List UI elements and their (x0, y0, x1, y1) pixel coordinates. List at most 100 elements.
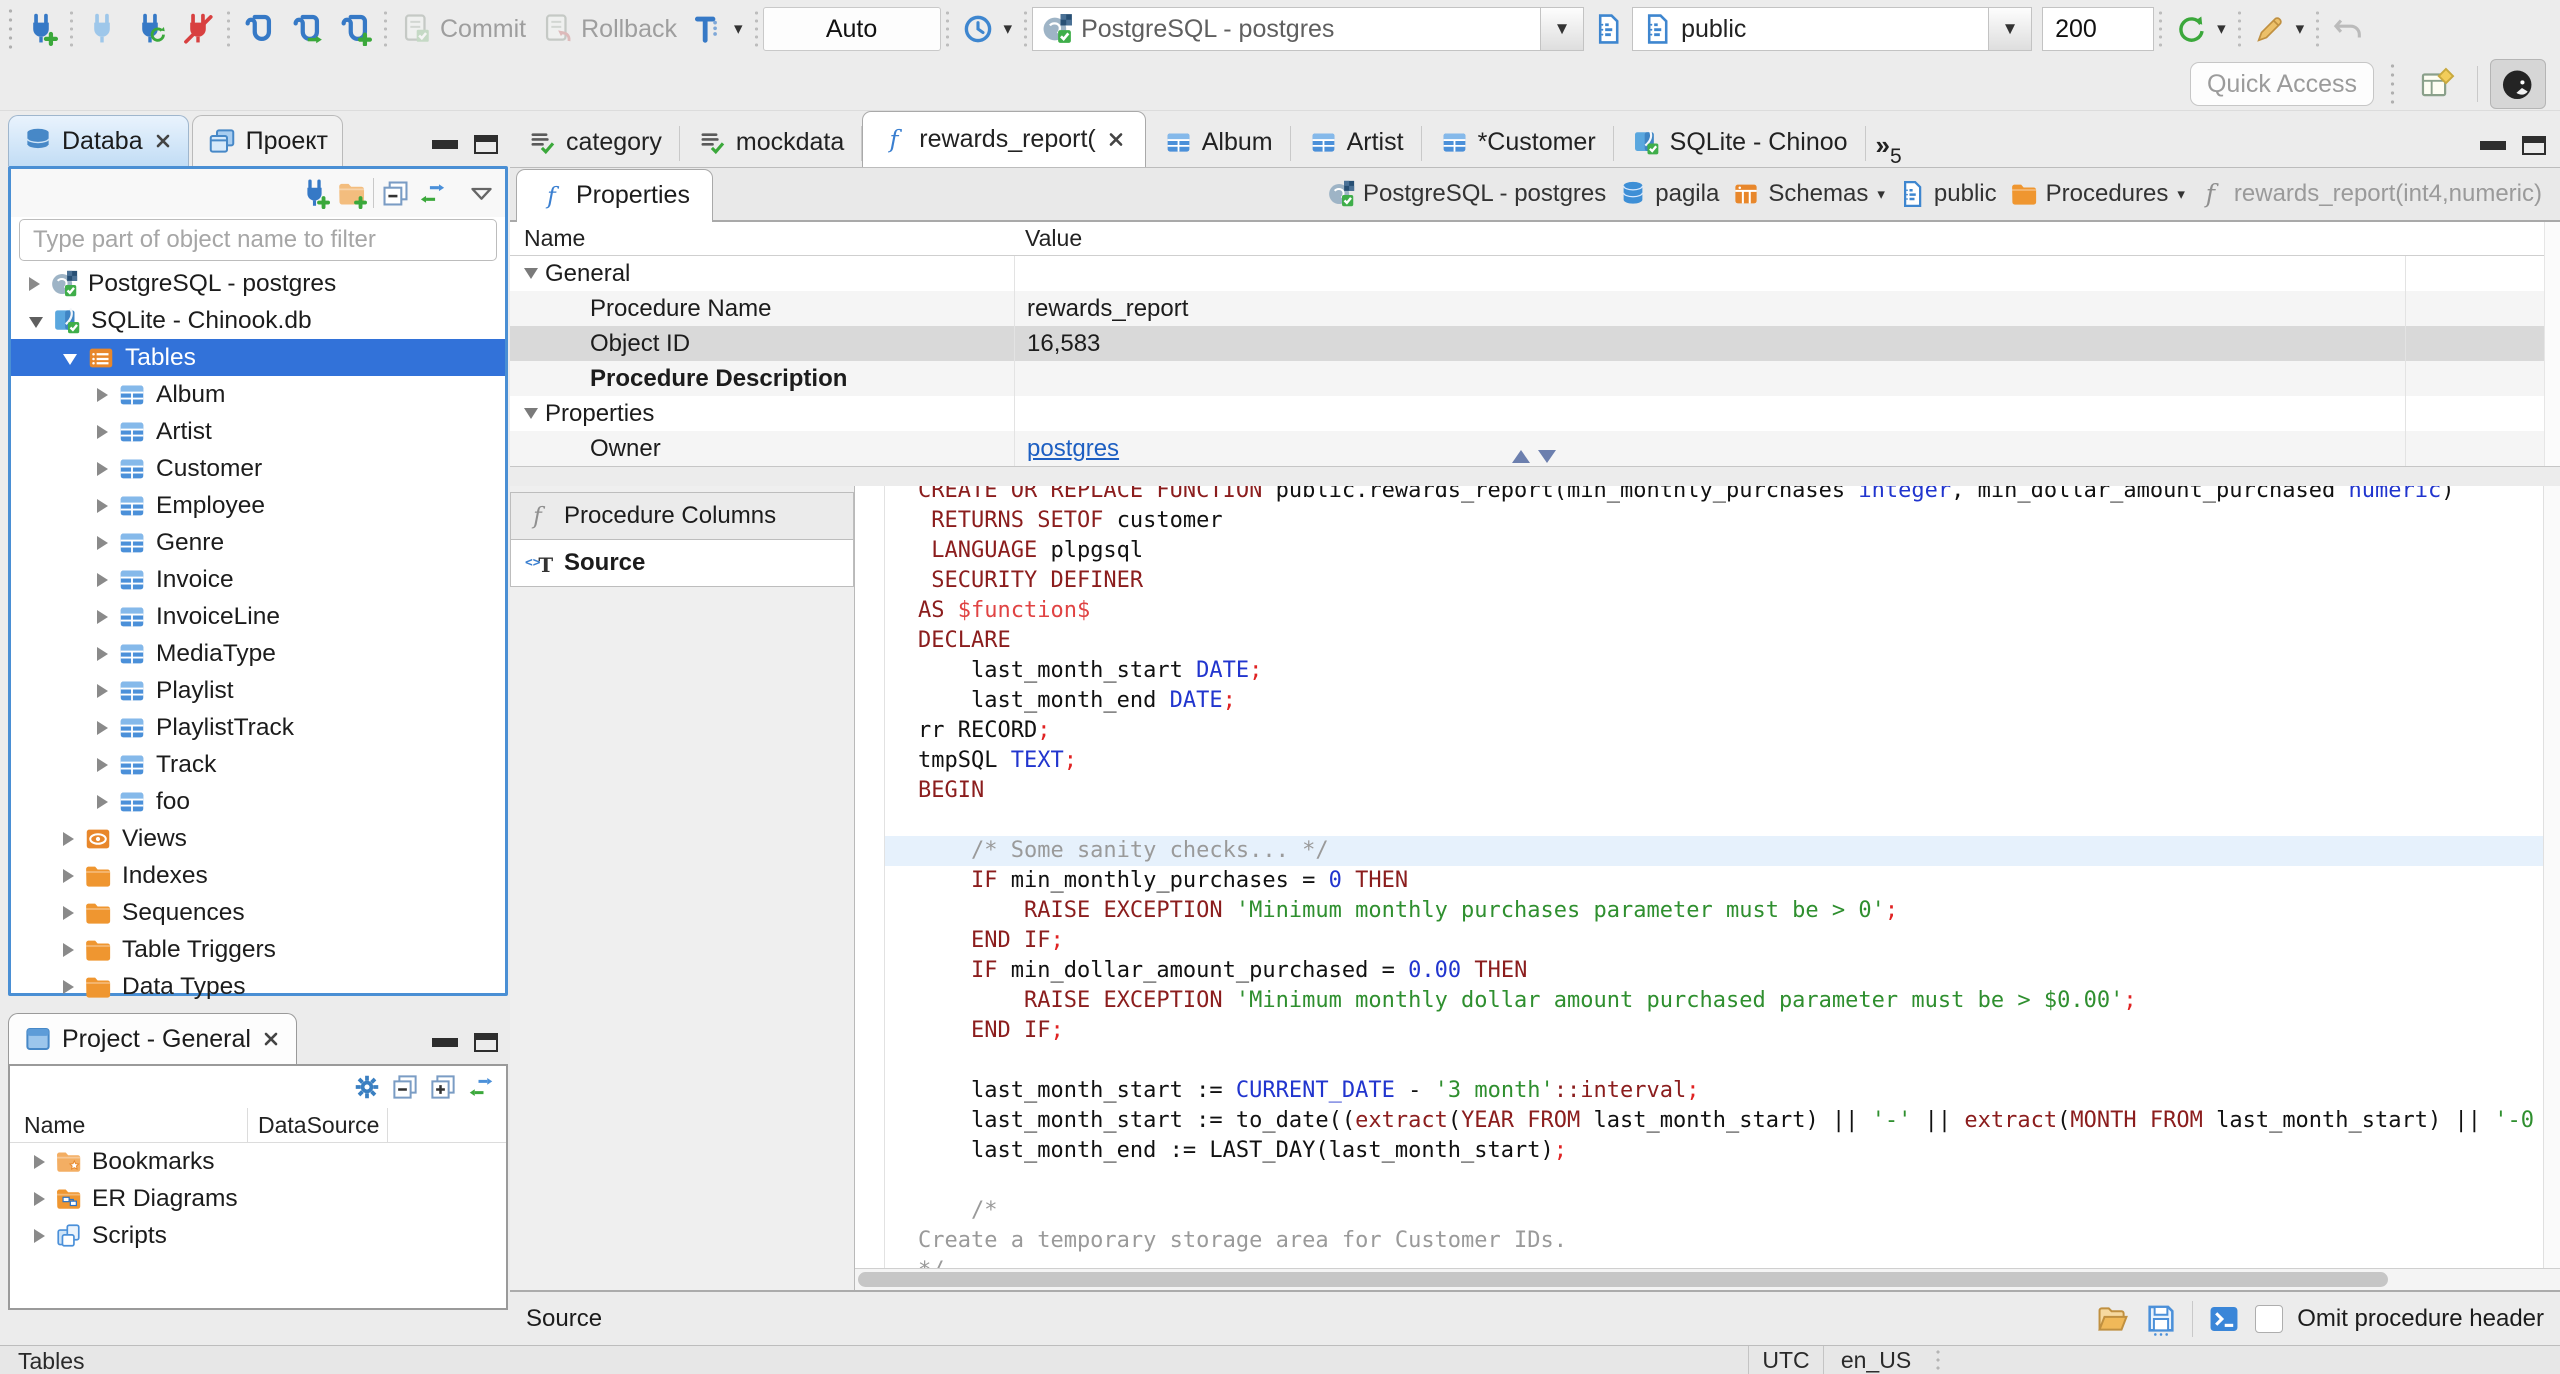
expand-arrow-icon[interactable] (97, 794, 108, 809)
tab-projects[interactable]: Проект (191, 115, 343, 166)
breadcrumb-item-rewards-report-int4-numeric[interactable]: f rewards_report(int4,numeric) (2197, 179, 2542, 209)
link-with-editor-icon[interactable] (466, 1072, 496, 1102)
open-perspective-button[interactable] (2411, 60, 2465, 108)
tree-item-table-triggers[interactable]: Table Triggers (11, 931, 505, 968)
refresh-button[interactable] (2167, 6, 2233, 52)
toolbar-drag-handle[interactable] (2388, 64, 2397, 104)
tree-item-genre[interactable]: Genre (11, 524, 505, 561)
tree-item-playlist[interactable]: Playlist (11, 672, 505, 709)
console-icon[interactable] (2207, 1302, 2241, 1336)
expand-arrow-icon[interactable] (97, 461, 108, 476)
open-file-icon[interactable] (2096, 1302, 2130, 1336)
dbeaver-perspective-button[interactable] (2490, 59, 2546, 109)
property-row-properties[interactable]: Properties (510, 396, 2560, 431)
tree-item-views[interactable]: Views (11, 820, 505, 857)
expand-arrow-icon[interactable] (97, 424, 108, 439)
breadcrumb-item-schemas[interactable]: Schemas (1731, 179, 1885, 209)
expand-arrow-icon[interactable] (97, 387, 108, 402)
column-header-datasource[interactable]: DataSource (248, 1108, 388, 1142)
view-menu-icon[interactable] (466, 178, 497, 209)
resultset-limit-input[interactable]: 200 (2042, 7, 2155, 51)
column-header-name[interactable]: Name (510, 225, 1015, 252)
expand-arrow-icon[interactable] (97, 572, 108, 587)
catalog-selector-button[interactable] (1584, 6, 1632, 52)
close-icon[interactable] (152, 130, 174, 152)
tree-item-artist[interactable]: Artist (11, 413, 505, 450)
close-icon[interactable] (1105, 129, 1127, 151)
active-connection-combo[interactable]: PostgreSQL - postgres (1032, 7, 1585, 51)
column-header-value[interactable]: Value (1015, 225, 2560, 252)
new-sql-editor-button[interactable] (235, 6, 283, 52)
dropdown-arrow-icon[interactable] (1988, 8, 2032, 50)
collapse-arrow-icon[interactable] (63, 354, 77, 365)
expand-arrow-icon[interactable] (97, 683, 108, 698)
expand-arrow-icon[interactable] (63, 905, 74, 920)
maximize-icon[interactable] (474, 1033, 498, 1052)
detail-tab-procedure-columns[interactable]: f Procedure Columns (510, 492, 854, 540)
dropdown-arrow-icon[interactable] (1540, 8, 1584, 50)
undo-button[interactable] (2324, 6, 2372, 52)
gear-icon[interactable] (352, 1072, 382, 1102)
editor-tab-rewards-report[interactable]: f rewards_report( (862, 111, 1146, 167)
tree-item-sqlite-chinook-db[interactable]: SQLite - Chinook.db (11, 302, 505, 339)
tree-item-employee[interactable]: Employee (11, 487, 505, 524)
collapse-arrow-icon[interactable] (524, 408, 538, 419)
tree-item-tables[interactable]: Tables (11, 339, 505, 376)
navigator-filter-input[interactable]: Type part of object name to filter (19, 219, 497, 261)
save-file-icon[interactable] (2144, 1302, 2178, 1336)
commit-button[interactable]: Commit (392, 6, 533, 52)
column-header-name[interactable]: Name (10, 1108, 248, 1142)
scrollbar-thumb[interactable] (858, 1272, 2388, 1287)
new-folder-icon[interactable] (336, 178, 367, 209)
expand-arrow-icon[interactable] (29, 276, 40, 291)
tree-item-album[interactable]: Album (11, 376, 505, 413)
editor-tab-album[interactable]: Album (1146, 117, 1291, 167)
collapse-up-icon[interactable] (1512, 450, 1530, 463)
timezone-indicator[interactable]: UTC (1748, 1346, 1824, 1374)
expand-arrow-icon[interactable] (63, 979, 74, 994)
tree-item-track[interactable]: Track (11, 746, 505, 783)
editor-tab-category[interactable]: category (510, 117, 680, 167)
tree-item-sequences[interactable]: Sequences (11, 894, 505, 931)
expand-arrow-icon[interactable] (97, 609, 108, 624)
tree-item-data-types[interactable]: Data Types (11, 968, 505, 1005)
property-row-procedure-name[interactable]: Procedure Name rewards_report (510, 291, 2560, 326)
new-sql-script-button[interactable] (331, 6, 379, 52)
editor-tab-sqlite-chinoo[interactable]: SQLite - Chinoo (1614, 117, 1866, 167)
project-item-bookmarks[interactable]: Bookmarks (10, 1143, 506, 1180)
project-item-er-diagrams[interactable]: ER Diagrams (10, 1180, 506, 1217)
owner-link[interactable]: postgres (1027, 435, 1119, 463)
expand-arrow-icon[interactable] (63, 831, 74, 846)
tree-item-foo[interactable]: foo (11, 783, 505, 820)
open-sql-script-button[interactable] (283, 6, 331, 52)
tree-item-invoice[interactable]: Invoice (11, 561, 505, 598)
minimize-icon[interactable] (2480, 141, 2506, 150)
connect-button[interactable] (78, 6, 126, 52)
minimize-icon[interactable] (432, 140, 458, 149)
expand-all-icon[interactable] (428, 1072, 458, 1102)
transaction-log-button[interactable] (954, 6, 1020, 52)
maximize-icon[interactable] (2522, 136, 2546, 155)
tree-item-indexes[interactable]: Indexes (11, 857, 505, 894)
toolbar-drag-handle[interactable] (6, 9, 15, 49)
property-row-object-id[interactable]: Object ID 16,583 (510, 326, 2560, 361)
sash-collapse-controls[interactable] (1512, 450, 1556, 463)
disconnect-button[interactable] (174, 6, 222, 52)
tab-project-general[interactable]: Project - General (8, 1013, 297, 1064)
new-connection-icon[interactable] (299, 178, 330, 209)
collapse-arrow-icon[interactable] (524, 268, 538, 279)
expand-arrow-icon[interactable] (63, 868, 74, 883)
expand-arrow-icon[interactable] (97, 535, 108, 550)
editor-tab-mockdata[interactable]: mockdata (680, 117, 863, 167)
tree-item-invoiceline[interactable]: InvoiceLine (11, 598, 505, 635)
property-row-general[interactable]: General (510, 256, 2560, 291)
tree-item-postgresql-postgres[interactable]: PostgreSQL - postgres (11, 265, 505, 302)
expand-arrow-icon[interactable] (34, 1191, 45, 1206)
collapse-down-icon[interactable] (1538, 450, 1556, 463)
commit-mode-combo[interactable]: Auto (762, 7, 941, 51)
expand-arrow-icon[interactable] (97, 498, 108, 513)
property-row-procedure-description[interactable]: Procedure Description (510, 361, 2560, 396)
collapse-arrow-icon[interactable] (29, 317, 43, 328)
transaction-mode-button[interactable] (684, 6, 750, 52)
tab-database-navigator[interactable]: Databa (8, 115, 189, 166)
